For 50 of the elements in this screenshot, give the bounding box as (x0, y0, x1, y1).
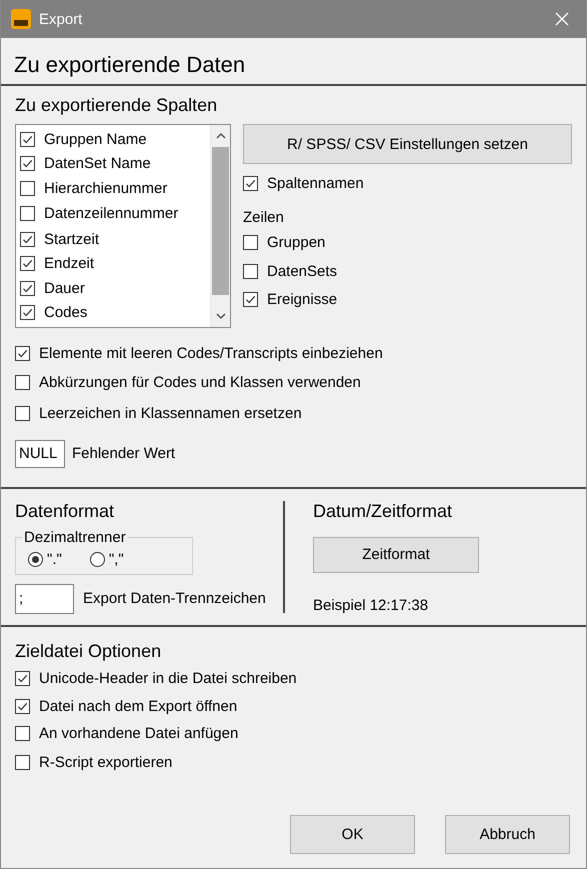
radio-label: "," (108, 551, 124, 568)
field-label: Export Daten-Trennzeichen (83, 590, 266, 607)
checkbox[interactable]: Abkürzungen für Codes und Klassen verwenden (15, 372, 361, 394)
column-checkbox[interactable]: Endzeit (20, 252, 94, 274)
delimiter-field[interactable]: ; (15, 584, 74, 614)
radio-button[interactable] (90, 552, 105, 567)
column-checkbox[interactable]: Codes (20, 302, 88, 324)
field-label: Fehlender Wert (72, 445, 176, 462)
radio-button[interactable] (28, 552, 43, 567)
scrollbar[interactable] (210, 125, 230, 327)
check-icon (21, 306, 34, 319)
checkbox[interactable]: Gruppen (243, 232, 326, 254)
time-format-button[interactable]: Zeitformat (313, 536, 479, 572)
window-title: Export (39, 10, 84, 28)
check-icon (21, 257, 34, 270)
checkbox[interactable]: Spaltennamen (243, 172, 364, 194)
checkbox[interactable]: Datei nach dem Export öffnen (15, 695, 238, 717)
settings-button[interactable]: R/ SPSS/ CSV Einstellungen setzen (243, 124, 572, 164)
column-checkbox[interactable]: Gruppen Name (20, 128, 147, 150)
checkbox[interactable]: Leerzeichen in Klassennamen ersetzen (15, 402, 302, 424)
column-checkbox[interactable]: Startzeit (20, 228, 100, 250)
dialog-heading: Zu exportierende Daten (13, 51, 246, 79)
column-checkbox[interactable]: Dauer (20, 277, 85, 299)
column-checkbox[interactable]: Hierarchienummer (20, 177, 168, 199)
scroll-down-icon[interactable] (216, 312, 226, 320)
checkbox[interactable]: DatenSets (243, 260, 338, 282)
group-label: Dezimaltrenner (23, 528, 127, 546)
checkbox[interactable]: R-Script exportieren (15, 751, 172, 773)
app-icon (11, 9, 31, 29)
checkbox[interactable]: Ereignisse (243, 288, 338, 310)
radio-label: "." (47, 551, 62, 568)
checkbox[interactable]: Unicode-Header in die Datei schreiben (15, 668, 297, 690)
section-title: Zu exportierende Spalten (15, 95, 218, 116)
example-text: Beispiel 12:17:38 (313, 596, 430, 614)
close-icon[interactable] (554, 11, 570, 27)
scroll-up-icon[interactable] (216, 132, 226, 140)
rows-label: Zeilen (243, 208, 285, 226)
checkbox[interactable]: Elemente mit leeren Codes/Transcripts einbeziehen (15, 342, 383, 364)
column-checkbox[interactable]: Datenzeilennummer (20, 202, 178, 224)
check-icon (244, 293, 257, 306)
checkbox[interactable]: An vorhandene Datei anfügen (15, 722, 238, 744)
column-checkbox[interactable]: DatenSet Name (20, 152, 151, 174)
dialog-button[interactable]: OK (290, 815, 415, 854)
check-icon (21, 157, 34, 170)
section-title: Datum/Zeitformat (313, 500, 454, 522)
section-title: Datenformat (15, 500, 116, 522)
check-icon (16, 672, 29, 685)
missing-value-field[interactable]: NULL (15, 440, 65, 468)
dialog-button[interactable]: Abbruch (445, 815, 570, 854)
section-title: Zieldatei Optionen (15, 640, 162, 662)
